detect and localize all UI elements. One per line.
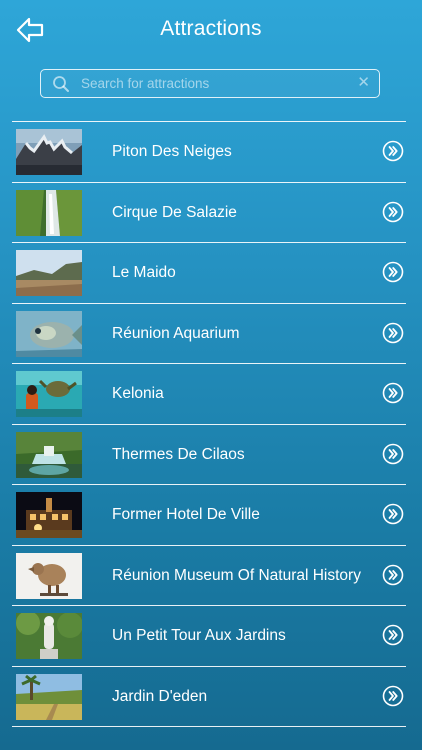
search-bar: ✕ <box>40 69 380 98</box>
thumbnail-image <box>16 371 82 417</box>
double-chevron-right-icon[interactable] <box>382 564 404 586</box>
thumbnail-image <box>16 189 82 236</box>
double-chevron-right-icon[interactable] <box>382 503 404 525</box>
list-item-label: Réunion Aquarium <box>112 324 240 342</box>
thumbnail-image <box>16 129 82 175</box>
list-item-label: Former Hotel De Ville <box>112 506 260 523</box>
double-chevron-right-icon[interactable] <box>382 201 404 223</box>
double-chevron-right-icon[interactable] <box>382 624 404 646</box>
list-item-label: Jardin D'eden <box>112 687 208 705</box>
list-item-label: Piton Des Neiges <box>112 143 232 160</box>
thumbnail-image <box>16 552 82 599</box>
list-item[interactable]: Un Petit Tour Aux Jardins <box>12 606 406 667</box>
list-item-label: Cirque De Salazie <box>112 203 237 221</box>
double-chevron-right-icon[interactable] <box>382 140 404 162</box>
list-item[interactable]: Piton Des Neiges <box>12 122 406 183</box>
search-icon <box>53 76 69 92</box>
list-item[interactable]: Réunion Aquarium <box>12 304 406 364</box>
thumbnail-image <box>16 613 82 659</box>
list-item[interactable]: Jardin D'eden <box>12 667 406 727</box>
list-item-label: Thermes De Cilaos <box>112 445 245 463</box>
list-item[interactable]: Kelonia <box>12 364 406 425</box>
list-item-label: Un Petit Tour Aux Jardins <box>112 627 286 644</box>
clear-icon[interactable]: ✕ <box>357 74 370 92</box>
thumbnail-image <box>16 431 82 478</box>
thumbnail-image <box>16 673 82 720</box>
double-chevron-right-icon[interactable] <box>382 261 404 283</box>
list-item[interactable]: Thermes De Cilaos <box>12 425 406 485</box>
attractions-list: Piton Des Neiges Cirque De Salazie Le Ma… <box>12 121 406 727</box>
header: Attractions <box>0 0 422 62</box>
thumbnail-image <box>16 250 82 296</box>
double-chevron-right-icon[interactable] <box>382 443 404 465</box>
list-item-label: Kelonia <box>112 385 164 402</box>
thumbnail-image <box>16 492 82 538</box>
list-item[interactable]: Cirque De Salazie <box>12 183 406 243</box>
list-item[interactable]: Former Hotel De Ville <box>12 485 406 546</box>
double-chevron-right-icon[interactable] <box>382 685 404 707</box>
search-input[interactable] <box>81 72 351 94</box>
page-title: Attractions <box>160 17 262 40</box>
list-item-label: Le Maido <box>112 264 176 281</box>
list-item-label: Réunion Museum Of Natural History <box>112 566 361 584</box>
double-chevron-right-icon[interactable] <box>382 382 404 404</box>
list-item[interactable]: Le Maido <box>12 243 406 304</box>
thumbnail-image <box>16 310 82 357</box>
list-item[interactable]: Réunion Museum Of Natural History <box>12 546 406 606</box>
double-chevron-right-icon[interactable] <box>382 322 404 344</box>
